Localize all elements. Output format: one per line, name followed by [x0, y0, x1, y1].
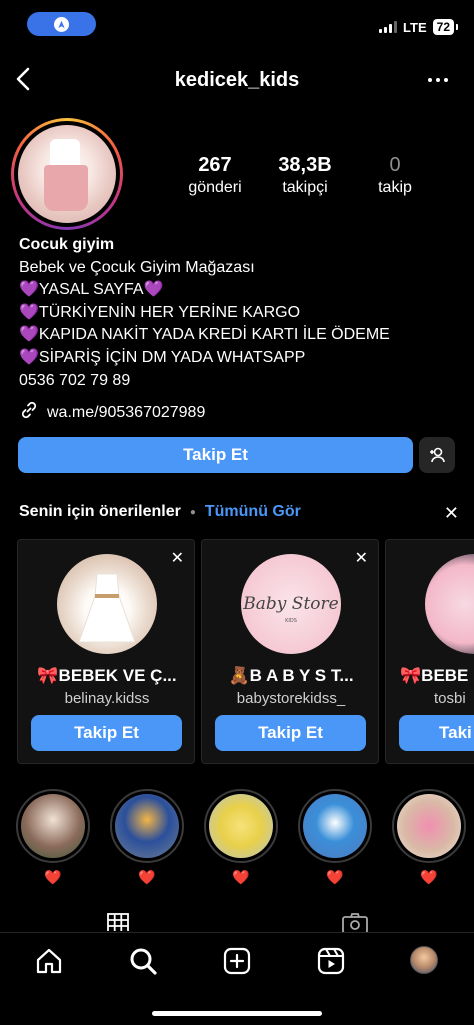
highlight-label: ❤️: [326, 869, 344, 885]
profile-avatar[interactable]: [410, 946, 440, 976]
navigation-pill[interactable]: [27, 12, 96, 36]
suggestion-username: belinay.kidss: [64, 690, 150, 707]
reels-icon[interactable]: [316, 946, 346, 976]
suggestion-avatar[interactable]: [425, 554, 474, 654]
suggestion-name: 🎀BEBEK VE Ç...: [37, 666, 177, 685]
highlight-item[interactable]: ❤️: [110, 789, 184, 886]
suggestion-avatar[interactable]: [57, 554, 157, 654]
profile-avatar[interactable]: [11, 118, 123, 230]
suggestions-carousel[interactable]: ✕ 🎀BEBEK VE Ç... belinay.kidss Takip Et …: [17, 539, 474, 764]
posts-stat[interactable]: 267 gönderi: [170, 154, 260, 197]
highlight-label: ❤️: [232, 869, 250, 885]
home-indicator[interactable]: [152, 1011, 322, 1016]
svg-text:Baby Store: Baby Store: [242, 594, 338, 614]
bio-line: 💜KAPIDA NAKİT YADA KREDİ KARTI İLE ÖDEME: [19, 326, 390, 344]
followers-count: 38,3B: [278, 154, 332, 176]
battery-indicator: 72: [432, 19, 459, 35]
network-type: LTE: [403, 19, 427, 35]
followers-stat[interactable]: 38,3B takipçi: [260, 154, 350, 197]
story-highlights: ❤️ ❤️ ❤️ ❤️ ❤️: [16, 789, 474, 886]
posts-label: gönderi: [188, 179, 242, 196]
profile-username: kedicek_kids: [174, 69, 300, 91]
bio-phone[interactable]: 0536 702 79 89: [19, 370, 459, 393]
highlight-label: ❤️: [420, 869, 438, 885]
highlight-item[interactable]: ❤️: [204, 789, 278, 886]
highlight-label: ❤️: [44, 869, 62, 885]
bio-line: 💜YASAL SAYFA💜: [19, 281, 164, 299]
suggestion-card[interactable]: 🎀BEBE tosbi Taki: [385, 539, 474, 764]
add-person-icon[interactable]: [419, 437, 455, 473]
close-icon[interactable]: ✕: [171, 548, 184, 568]
follow-button[interactable]: Taki: [399, 715, 474, 751]
suggestion-username: tosbi: [434, 690, 466, 707]
content-tabs: [0, 908, 474, 934]
bio-line: Bebek ve Çocuk Giyim Mağazası: [19, 258, 255, 276]
home-icon[interactable]: [34, 946, 64, 976]
profile-bio: Cocuk giyim Bebek ve Çocuk Giyim Mağazas…: [19, 234, 459, 392]
follow-button[interactable]: Takip Et: [215, 715, 366, 751]
follow-button[interactable]: Takip Et: [31, 715, 182, 751]
following-stat[interactable]: 0 takip: [350, 154, 440, 197]
highlight-item[interactable]: ❤️: [298, 789, 372, 886]
svg-text:KIDS: KIDS: [285, 618, 297, 624]
posts-count: 267: [198, 154, 232, 176]
suggestion-name: 🎀BEBE: [400, 666, 469, 685]
search-icon[interactable]: [128, 946, 158, 976]
suggestion-avatar[interactable]: Baby Store KIDS: [241, 554, 341, 654]
suggestion-name: 🧸B A B Y S T...: [228, 666, 354, 685]
follow-button[interactable]: Takip Et: [18, 437, 413, 473]
close-icon[interactable]: ✕: [444, 503, 459, 524]
signal-icon: [379, 21, 398, 33]
location-arrow-icon: [54, 16, 69, 32]
highlight-item[interactable]: ❤️: [16, 789, 90, 886]
grid-icon[interactable]: [107, 913, 129, 933]
bio-link-text: wa.me/905367027989: [47, 403, 206, 421]
suggestions-title: Senin için önerilenler: [19, 503, 181, 520]
suggestion-username: babystorekidss_: [236, 690, 346, 707]
bio-link[interactable]: wa.me/905367027989: [19, 400, 205, 425]
profile-display-name: Cocuk giyim: [19, 236, 115, 253]
status-bar: LTE 72: [0, 0, 474, 46]
tagged-icon[interactable]: [342, 913, 368, 934]
link-icon: [19, 400, 39, 425]
following-count: 0: [389, 154, 401, 176]
highlight-item[interactable]: ❤️: [392, 789, 466, 886]
followers-label: takipçi: [282, 179, 328, 196]
suggestions-header: Senin için önerilenler ● Tümünü Gör ✕: [19, 503, 459, 524]
bio-line: 💜TÜRKİYENİN HER YERİNE KARGO: [19, 303, 301, 321]
following-label: takip: [378, 179, 412, 196]
see-all-link[interactable]: Tümünü Gör: [205, 503, 301, 521]
suggestion-card[interactable]: ✕ 🎀BEBEK VE Ç... belinay.kidss Takip Et: [17, 539, 195, 764]
profile-header: kedicek_kids: [0, 58, 474, 104]
close-icon[interactable]: ✕: [355, 548, 368, 568]
create-icon[interactable]: [222, 946, 252, 976]
suggestion-card[interactable]: ✕ Baby Store KIDS 🧸B A B Y S T... babysto…: [201, 539, 379, 764]
more-icon[interactable]: [428, 78, 448, 82]
profile-stats: 267 gönderi 38,3B takipçi 0 takip: [170, 154, 440, 197]
bio-line: 💜SİPARİŞ İÇİN DM YADA WHATSAPP: [19, 348, 306, 366]
highlight-label: ❤️: [138, 869, 156, 885]
